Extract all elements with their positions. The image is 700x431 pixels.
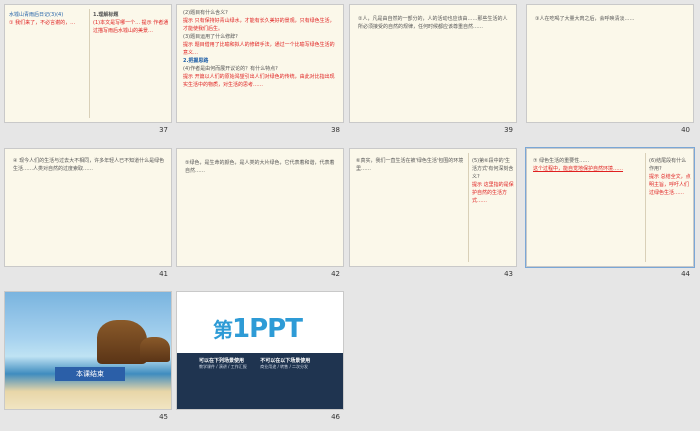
slide-thumbnail-44[interactable]: ⑦ 绿色生活的重要性…… 这个过程中，能自觉地保护自然环境…… (6)结尾段有什… <box>525 147 695 278</box>
slide-thumbnail-39[interactable]: ②人，凡是由自然的一部分的，人的活动也应该由……那些生活的人所必须接受的自然的规… <box>349 4 517 134</box>
question: (6)结尾段有什么作用? <box>649 158 687 172</box>
slide-45: 本课结束 <box>4 291 172 410</box>
slide-number: 46 <box>331 413 340 421</box>
slide-text: ⑦ 绿色生活的重要性…… <box>533 158 590 164</box>
tip-text: 提示 总结全文，点明主旨，呼吁人们过绿色生活…… <box>649 174 691 196</box>
slide-number: 43 <box>504 270 513 278</box>
slide-38: (2)题目有什么含义? 提示 只有保持好青山绿水，才能有长久美好的景观，只有绿色… <box>176 4 344 123</box>
slide-thumbnail-46[interactable]: 第1PPT 可以在下列场景使用 教学课件 / 演讲 / 工作汇报 不可以在以下场… <box>176 291 344 421</box>
end-banner: 本课结束 <box>55 367 125 381</box>
slide-number: 45 <box>159 413 168 421</box>
section-head: 1.理解标题 <box>93 12 119 18</box>
slide-text: ④ 现今人们的生活与过去大不相同，许多年轻人已不知道什么是绿色生活……人类对自然… <box>13 158 165 172</box>
slide-44: ⑦ 绿色生活的重要性…… 这个过程中，能自觉地保护自然环境…… (6)结尾段有什… <box>525 147 695 268</box>
slide-number: 40 <box>681 126 690 134</box>
slide-thumbnail-42[interactable]: ⑤绿色，是生命的颜色，是人类的大片绿色，它代表着和谐，代表着自然…… 42 <box>176 148 344 278</box>
slide-number: 38 <box>331 126 340 134</box>
slide-text: ① 我们来了，不必言谢的，… <box>9 20 76 26</box>
slide-number: 41 <box>159 270 168 278</box>
slide-40: ③人在吃喝了大量大肉之后，会呼唤清淡…… <box>526 4 694 123</box>
question: (2)题目有什么含义? <box>183 10 228 16</box>
slide-thumbnail-41[interactable]: ④ 现今人们的生活与过去大不相同，许多年轻人已不知道什么是绿色生活……人类对自然… <box>4 148 172 278</box>
slide-37: 水墟山青雨后日记(3)(4) ① 我们来了，不必言谢的，… 1.理解标题 (1)… <box>4 4 172 123</box>
question: (3)题目运用了什么修辞? <box>183 34 238 40</box>
rock-image <box>140 337 170 362</box>
slide-thumbnail-38[interactable]: (2)题目有什么含义? 提示 只有保持好青山绿水，才能有长久美好的景观，只有绿色… <box>176 4 344 134</box>
slide-number: 39 <box>504 126 513 134</box>
slide-thumbnail-43[interactable]: ⑥真实，我们一直生活在被'绿色生活'包围的环境里…… (5)第⑥段中的'生活方式… <box>349 148 517 278</box>
slide-42: ⑤绿色，是生命的颜色，是人类的大片绿色，它代表着和谐，代表着自然…… <box>176 148 344 267</box>
tip-text: 提示 这里指的是保护自然的生活方式…… <box>472 182 514 204</box>
column-text: 商业用途 / 转售 / 二次分发 <box>260 364 309 369</box>
slide-text: ③人在吃喝了大量大肉之后，会呼唤清淡…… <box>535 16 635 22</box>
slide-thumbnail-37[interactable]: 水墟山青雨后日记(3)(4) ① 我们来了，不必言谢的，… 1.理解标题 (1)… <box>4 4 172 134</box>
slide-number: 37 <box>159 126 168 134</box>
section-head: 2.把握思路 <box>183 58 209 64</box>
slide-thumbnail-45[interactable]: 本课结束 45 <box>4 291 172 421</box>
slide-41: ④ 现今人们的生活与过去大不相同，许多年轻人已不知道什么是绿色生活……人类对自然… <box>4 148 172 267</box>
usage-columns: 可以在下列场景使用 教学课件 / 演讲 / 工作汇报 不可以在以下场景使用 商业… <box>199 358 329 370</box>
question: (5)第⑥段中的'生活方式'有何深刻含义? <box>472 158 514 180</box>
slide-number: 44 <box>681 270 690 278</box>
brand-logo: 第1PPT <box>213 314 303 344</box>
slide-thumbnail-40[interactable]: ③人在吃喝了大量大肉之后，会呼唤清淡…… 40 <box>526 4 694 134</box>
slide-text: (1)本文是写哪一个… 提示 作者通过描写雨后水墟山的美景… <box>93 20 169 34</box>
tip-text: 提示 题目借用了比喻和拟人的修辞手法，通过一个比喻写绿色生活的意义… <box>183 42 335 56</box>
underlined-text: 这个过程中，能自觉地保护自然环境…… <box>533 166 624 172</box>
column-text: 教学课件 / 演讲 / 工作汇报 <box>199 364 247 369</box>
slide-number: 42 <box>331 270 340 278</box>
slide-text: ⑤绿色，是生命的颜色，是人类的大片绿色，它代表着和谐，代表着自然…… <box>185 160 335 174</box>
slide-39: ②人，凡是由自然的一部分的，人的活动也应该由……那些生活的人所必须接受的自然的规… <box>349 4 517 123</box>
slide-46: 第1PPT 可以在下列场景使用 教学课件 / 演讲 / 工作汇报 不可以在以下场… <box>176 291 344 410</box>
slide-title: 水墟山青雨后日记(3)(4) <box>9 12 64 18</box>
slide-text: ②人，凡是由自然的一部分的，人的活动也应该由……那些生活的人所必须接受的自然的规… <box>358 16 508 30</box>
tip-text: 提示 只有保持好青山绿水，才能有长久美好的景观，只有绿色生活，才能使我们后生。 <box>183 18 335 32</box>
slide-text: ⑥真实，我们一直生活在被'绿色生活'包围的环境里…… <box>356 158 464 172</box>
question: (4)作者是由何而展开议论的？有什么特点? <box>183 66 278 72</box>
tip-text: 提示 开篇以人们的原始渴望引出人们对绿色的传统，由此对比指出现实生活中的物质，对… <box>183 74 335 88</box>
slide-43: ⑥真实，我们一直生活在被'绿色生活'包围的环境里…… (5)第⑥段中的'生活方式… <box>349 148 517 267</box>
